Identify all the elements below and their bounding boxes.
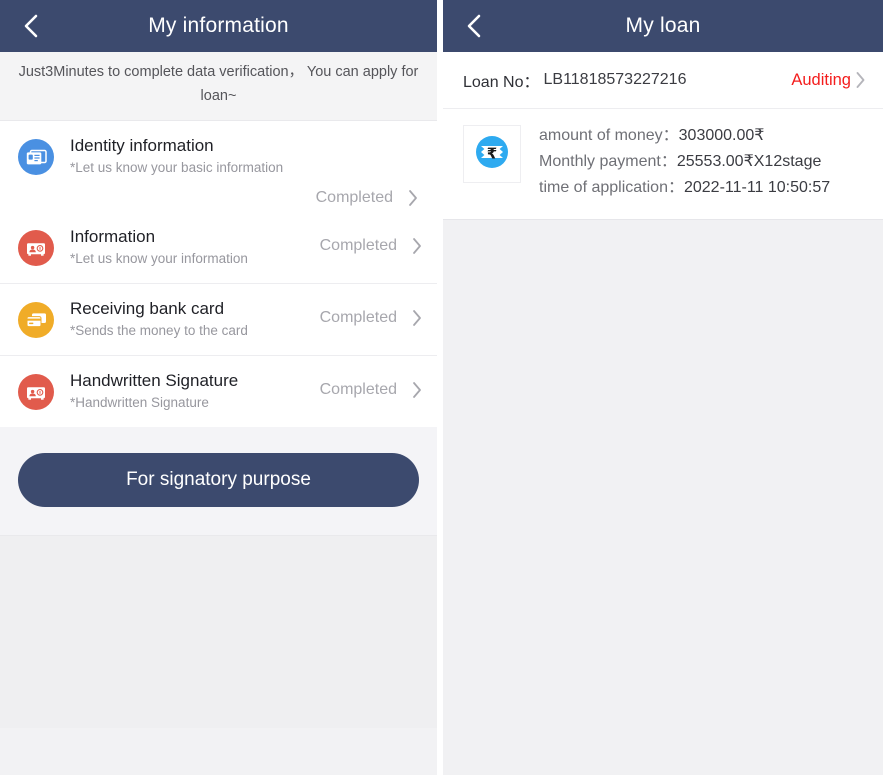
panel-my-information: My information Just3Minutes to complete … [0,0,437,775]
loan-detail-amount: amount of money：303000.00₹ [539,123,867,149]
list-item-information[interactable]: Information *Let us know your informatio… [0,212,437,283]
list-item-text: Handwritten Signature *Handwritten Signa… [70,370,320,413]
right-titlebar: My loan [443,0,883,52]
detail-value: 25553.00₹X12stage [676,153,822,170]
chevron-right-icon [411,236,423,256]
list-item-title: Identity information [70,136,214,155]
svg-text:₹: ₹ [487,144,497,162]
status-label: Completed [319,381,397,398]
status-label: Completed [319,309,397,326]
panel-my-loan: My loan Loan No： LB11818573227216 Auditi… [443,0,883,775]
loan-status-group: Auditing [791,69,867,91]
information-list: Identity information *Let us know your b… [0,121,437,427]
list-item-status: Completed [320,308,423,328]
right-empty-area [443,220,883,775]
chevron-right-icon [411,308,423,328]
status-badge: Auditing [791,70,851,89]
loan-thumbnail: ₹ [463,125,521,183]
list-item-subtitle: *Handwritten Signature [70,395,209,410]
notice-banner: Just3Minutes to complete data verificati… [0,52,437,121]
detail-value: 2022-11-11 10:50:57 [683,179,831,196]
left-titlebar: My information [0,0,437,52]
list-item-status: Completed [320,236,423,256]
list-item-title: Receiving bank card [70,299,225,318]
loan-detail-card[interactable]: ₹ amount of money：303000.00₹ Monthly pay… [443,109,883,220]
status-label: Completed [319,237,397,254]
list-item-subtitle: *Let us know your basic information [70,160,284,175]
loan-detail-monthly-payment: Monthly payment：25553.00₹X12stage [539,149,867,175]
list-item-handwritten-signature[interactable]: Handwritten Signature *Handwritten Signa… [0,355,437,427]
signature-card-icon [18,374,54,410]
list-item-receiving-bank-card[interactable]: Receiving bank card *Sends the money to … [0,283,437,355]
cta-container: For signatory purpose [0,427,437,535]
status-label: Completed [315,189,393,206]
list-item-title: Handwritten Signature [70,371,239,390]
detail-label: time of application： [539,179,684,196]
list-item-text: Receiving bank card *Sends the money to … [70,298,320,341]
contact-card-icon [18,230,54,266]
page-title: My information [148,14,289,37]
chevron-right-icon [411,380,423,400]
bank-card-icon [18,302,54,338]
back-button[interactable] [457,0,491,52]
for-signatory-purpose-button[interactable]: For signatory purpose [18,453,419,507]
loan-number-row[interactable]: Loan No： LB11818573227216 Auditing [443,52,883,109]
chevron-right-icon [854,69,867,91]
id-card-icon [18,139,54,175]
list-item-text: Identity information *Let us know your b… [70,135,423,178]
list-item-subtitle: *Sends the money to the card [70,323,248,338]
detail-label: Monthly payment： [539,153,677,170]
chevron-right-icon [407,188,419,208]
loan-number-value: LB11818573227216 [543,71,687,88]
left-empty-area [0,535,437,728]
list-item-text: Information *Let us know your informatio… [70,226,320,269]
list-item-subtitle: *Let us know your information [70,251,248,266]
list-item-identity-information[interactable]: Identity information *Let us know your b… [0,121,437,188]
loan-detail-application-time: time of application：2022-11-11 10:50:57 [539,175,867,201]
dual-phone-screenshot: My information Just3Minutes to complete … [0,0,883,775]
detail-label: amount of money： [539,127,679,144]
rupee-note-icon: ₹ [472,132,512,177]
list-item-status: Completed [320,380,423,400]
back-button[interactable] [14,0,48,52]
chevron-left-icon [466,13,482,39]
loan-detail-lines: amount of money：303000.00₹ Monthly payme… [539,123,867,201]
list-item-status-identity-information[interactable]: Completed [0,188,437,212]
list-item-title: Information [70,227,156,246]
loan-number-label: Loan No： [463,74,540,91]
page-title: My loan [625,14,701,37]
chevron-left-icon [23,13,39,39]
detail-value: 303000.00₹ [678,127,765,144]
